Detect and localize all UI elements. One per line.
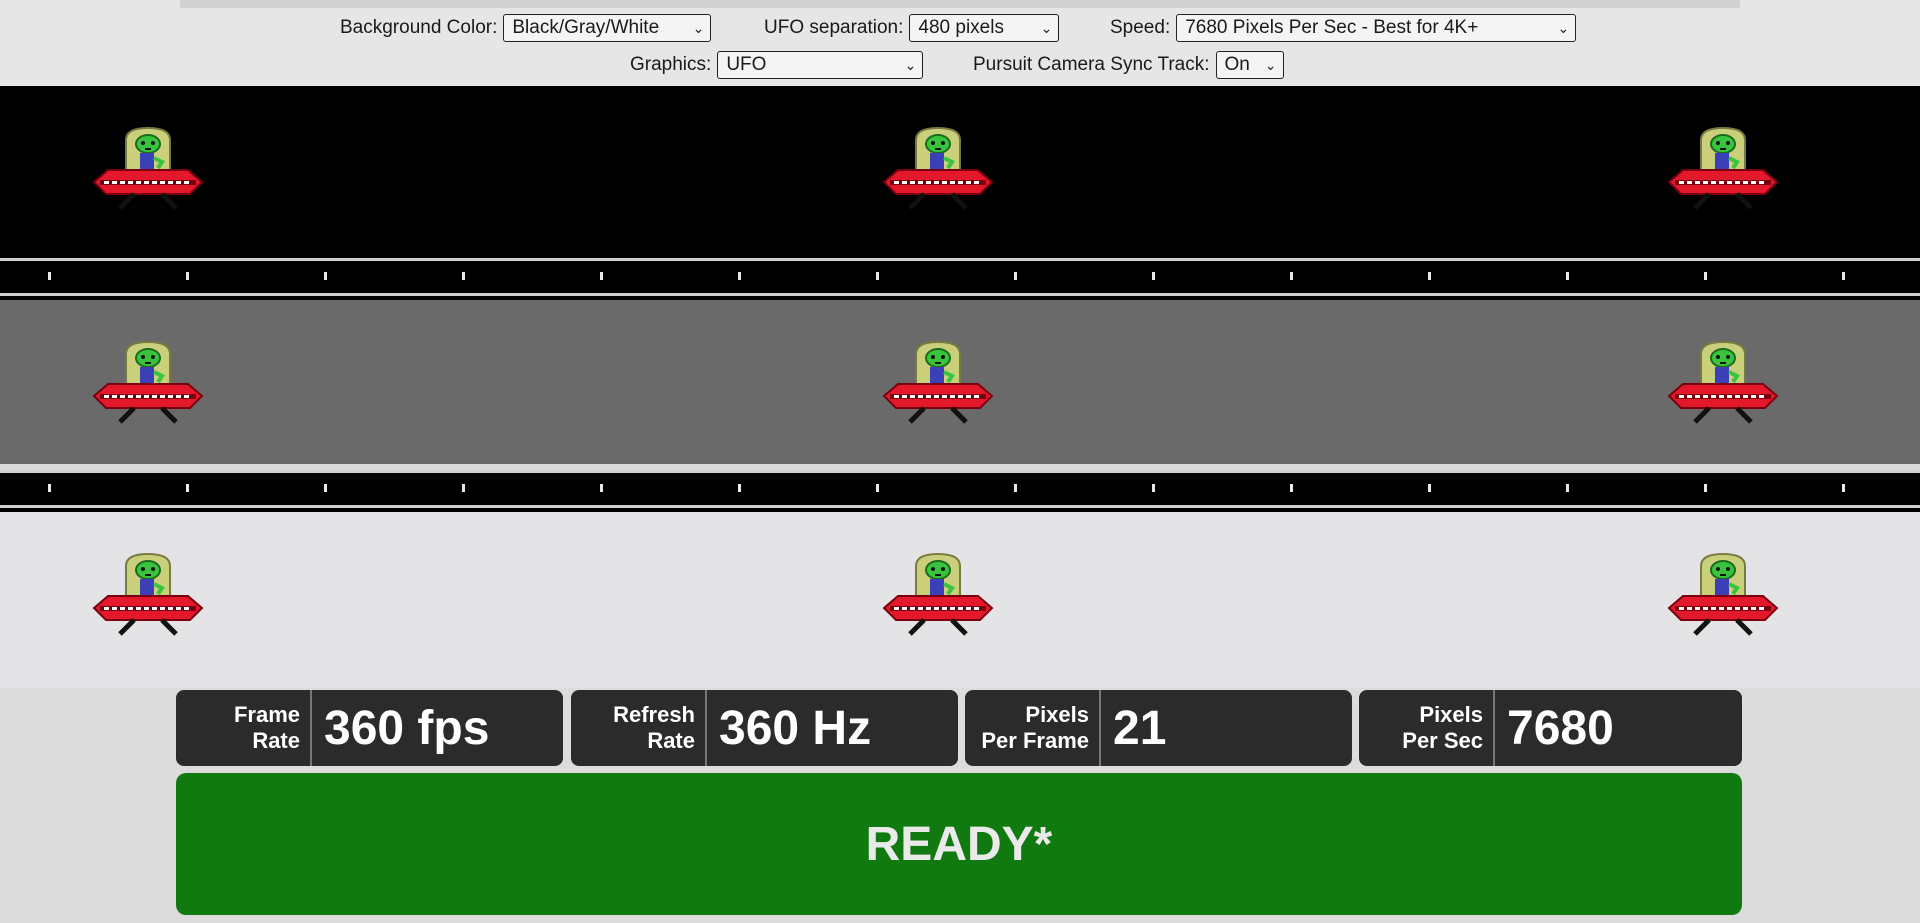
- chevron-down-icon: ⌄: [1040, 19, 1053, 36]
- ready-status-bar: READY*: [176, 773, 1742, 915]
- pixels-per-frame-value: 21: [1113, 701, 1167, 755]
- gray-lane: [0, 300, 1920, 464]
- ufo-icon: [90, 548, 206, 640]
- speed-control: Speed: 7680 Pixels Per Sec - Best for 4K…: [1110, 13, 1577, 43]
- ufo-separation-label: UFO separation:: [764, 17, 904, 38]
- graphics-select[interactable]: UFO ⌄: [717, 51, 924, 79]
- background-color-select[interactable]: Black/Gray/White ⌄: [503, 14, 712, 42]
- pursuit-camera-value: On: [1224, 54, 1250, 75]
- chevron-down-icon: ⌄: [904, 56, 917, 73]
- chevron-down-icon: ⌄: [1264, 56, 1277, 73]
- ufo-icon: [880, 122, 996, 214]
- ufo-icon: [880, 548, 996, 640]
- pursuit-camera-label: Pursuit Camera Sync Track:: [973, 54, 1210, 75]
- ufo-separation-value: 480 pixels: [918, 17, 1004, 38]
- sync-track-bottom: [0, 470, 1920, 512]
- white-lane: [0, 512, 1920, 688]
- speed-label: Speed:: [1110, 17, 1171, 38]
- ufo-icon: [1665, 548, 1781, 640]
- pursuit-camera-select[interactable]: On ⌄: [1215, 51, 1284, 79]
- refresh-rate-label: Refresh Rate: [571, 690, 707, 766]
- pixels-per-frame-stat: Pixels Per Frame 21: [965, 690, 1352, 766]
- background-color-value: Black/Gray/White: [512, 17, 660, 38]
- pixels-per-frame-label: Pixels Per Frame: [965, 690, 1101, 766]
- black-lane: [0, 86, 1920, 258]
- frame-rate-stat: Frame Rate 360 fps: [176, 690, 563, 766]
- ufo-icon: [90, 336, 206, 428]
- speed-select[interactable]: 7680 Pixels Per Sec - Best for 4K+ ⌄: [1176, 14, 1577, 42]
- chevron-down-icon: ⌄: [692, 19, 705, 36]
- sync-track-top: [0, 258, 1920, 300]
- controls-bar: Background Color: Black/Gray/White ⌄ UFO…: [0, 0, 1920, 86]
- frame-rate-value: 360 fps: [324, 701, 490, 755]
- ufo-icon: [1665, 336, 1781, 428]
- pursuit-camera-control: Pursuit Camera Sync Track: On ⌄: [973, 50, 1284, 80]
- ufo-separation-select[interactable]: 480 pixels ⌄: [909, 14, 1060, 42]
- background-color-control: Background Color: Black/Gray/White ⌄: [340, 13, 712, 43]
- background-color-label: Background Color:: [340, 17, 498, 38]
- refresh-rate-stat: Refresh Rate 360 Hz: [571, 690, 958, 766]
- ufo-icon: [1665, 122, 1781, 214]
- pixels-per-sec-value: 7680: [1507, 701, 1614, 755]
- ufo-icon: [90, 122, 206, 214]
- graphics-label: Graphics:: [630, 54, 712, 75]
- pixels-per-sec-label: Pixels Per Sec: [1359, 690, 1495, 766]
- chevron-down-icon: ⌄: [1557, 19, 1570, 36]
- refresh-rate-value: 360 Hz: [719, 701, 872, 755]
- graphics-value: UFO: [726, 54, 767, 75]
- graphics-control: Graphics: UFO ⌄: [630, 50, 924, 80]
- ufo-icon: [880, 336, 996, 428]
- frame-rate-label: Frame Rate: [176, 690, 312, 766]
- ready-status-text: READY*: [865, 817, 1053, 871]
- speed-value: 7680 Pixels Per Sec - Best for 4K+: [1185, 17, 1479, 38]
- ufo-separation-control: UFO separation: 480 pixels ⌄: [764, 13, 1060, 43]
- pixels-per-sec-stat: Pixels Per Sec 7680: [1359, 690, 1742, 766]
